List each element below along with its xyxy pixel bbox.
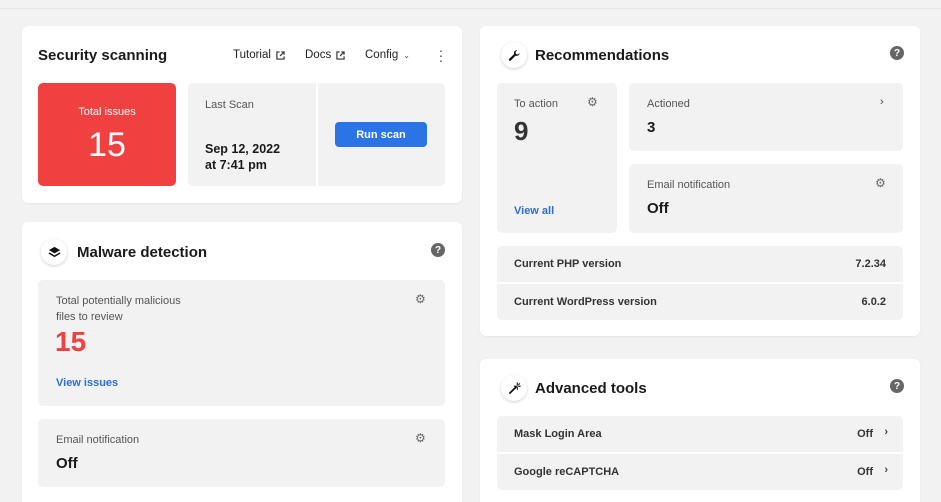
php-version-label: Current PHP version	[514, 258, 622, 270]
wordpress-version-row: Current WordPress version 6.0.2	[497, 284, 903, 320]
malicious-files-tile: Total potentially malicious files to rev…	[38, 280, 445, 406]
external-link-icon	[276, 50, 285, 60]
view-issues-link[interactable]: View issues	[56, 377, 118, 389]
email-notification-label: Email notification	[56, 434, 140, 446]
google-recaptcha-label: Google reCAPTCHA	[514, 466, 620, 478]
malware-detection-title: Malware detection	[77, 244, 208, 261]
advanced-tools-card: Advanced tools ? Mask Login Area Off › G…	[480, 359, 920, 502]
advanced-tools-icon-wrapper	[501, 375, 527, 401]
docs-label: Docs	[305, 49, 332, 61]
malware-icon-wrapper	[41, 239, 67, 265]
help-icon[interactable]: ?	[890, 379, 904, 393]
to-action-value: 9	[514, 116, 529, 146]
mask-login-area-value: Off	[857, 428, 873, 440]
settings-gear-icon[interactable]: ⚙	[587, 96, 598, 108]
tutorial-label: Tutorial	[233, 49, 271, 61]
malware-detection-card: Malware detection ? Total potentially ma…	[22, 222, 462, 502]
total-issues-tile: Total issues 15	[38, 83, 176, 186]
top-divider	[0, 8, 941, 9]
last-scan-label: Last Scan	[205, 99, 254, 111]
settings-gear-icon[interactable]: ⚙	[875, 177, 886, 189]
malicious-files-label-line2: files to review	[56, 311, 123, 323]
total-issues-label: Total issues	[78, 106, 136, 118]
help-icon[interactable]: ?	[890, 46, 904, 60]
chevron-down-icon: ⌄	[403, 50, 410, 60]
recommendations-card: Recommendations ? To action ⚙ 9 View all…	[480, 26, 920, 336]
last-scan-time: at 7:41 pm	[205, 158, 267, 172]
malicious-files-value: 15	[55, 326, 87, 357]
advanced-tools-title: Advanced tools	[535, 380, 647, 397]
external-link-icon	[336, 50, 345, 60]
wordpress-version-label: Current WordPress version	[514, 296, 657, 308]
mask-login-area-label: Mask Login Area	[514, 428, 602, 440]
google-recaptcha-value: Off	[857, 466, 873, 478]
malware-email-notification-tile: Email notification ⚙ Off	[38, 419, 445, 487]
help-icon[interactable]: ?	[431, 243, 445, 257]
more-options-icon[interactable]: · · ·	[438, 43, 444, 67]
malicious-files-label-line1: Total potentially malicious	[56, 295, 181, 307]
total-issues-value: 15	[88, 126, 126, 164]
tutorial-link[interactable]: Tutorial	[233, 49, 285, 61]
google-recaptcha-row[interactable]: Google reCAPTCHA Off ›	[497, 454, 903, 490]
settings-gear-icon[interactable]: ⚙	[415, 432, 426, 444]
security-scanning-title: Security scanning	[38, 47, 168, 64]
php-version-value: 7.2.34	[855, 258, 886, 270]
email-notification-value: Off	[647, 200, 669, 217]
security-scanning-card: Security scanning Tutorial Docs Config ⌄…	[22, 26, 462, 203]
view-all-link[interactable]: View all	[514, 205, 554, 217]
wordpress-version-value: 6.0.2	[861, 296, 886, 308]
last-scan-date: Sep 12, 2022	[205, 142, 281, 156]
last-scan-tile: Last Scan Sep 12, 2022 at 7:41 pm Run sc…	[188, 83, 445, 186]
settings-gear-icon[interactable]: ⚙	[415, 293, 426, 305]
php-version-row: Current PHP version 7.2.34	[497, 246, 903, 282]
actioned-tile[interactable]: Actioned › 3	[629, 83, 903, 151]
to-action-tile: To action ⚙ 9 View all	[497, 83, 617, 233]
layers-icon	[48, 246, 60, 257]
actioned-value: 3	[647, 119, 656, 136]
docs-link[interactable]: Docs	[305, 49, 345, 61]
magic-wand-icon	[508, 381, 521, 394]
chevron-right-icon: ›	[884, 426, 888, 438]
recommendations-icon-wrapper	[501, 42, 527, 68]
last-scan-divider	[316, 83, 318, 186]
actioned-label: Actioned	[647, 98, 690, 110]
chevron-right-icon: ›	[884, 464, 888, 476]
mask-login-area-row[interactable]: Mask Login Area Off ›	[497, 416, 903, 452]
run-scan-button[interactable]: Run scan	[335, 122, 427, 147]
recommendations-title: Recommendations	[535, 47, 670, 64]
recommendations-email-notification-tile: Email notification ⚙ Off	[629, 164, 903, 233]
email-notification-value: Off	[56, 455, 78, 472]
chevron-right-icon: ›	[880, 96, 884, 108]
config-label: Config	[365, 49, 399, 61]
config-dropdown[interactable]: Config ⌄	[365, 49, 410, 61]
email-notification-label: Email notification	[647, 179, 731, 191]
wrench-icon	[508, 49, 520, 61]
to-action-label: To action	[514, 98, 559, 110]
